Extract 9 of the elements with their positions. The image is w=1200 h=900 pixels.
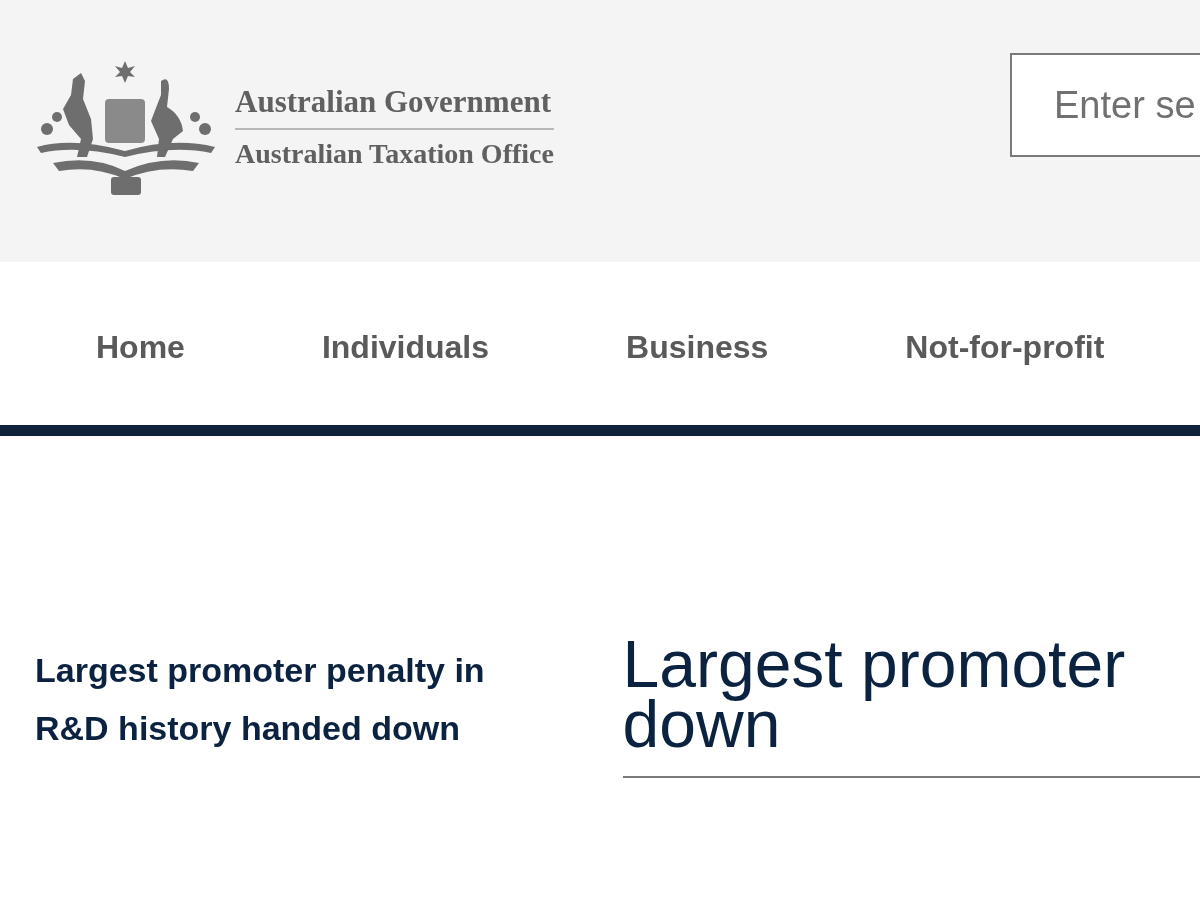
nav-link[interactable]: Home <box>96 321 185 366</box>
nav-link[interactable]: Business <box>626 321 769 366</box>
agency-name: Australian Government <box>235 82 554 130</box>
search-field[interactable]: Enter se <box>1010 53 1200 157</box>
agency-subname: Australian Taxation Office <box>235 137 554 171</box>
article-title: Largest promoter down <box>622 634 1200 778</box>
nav-link[interactable]: Not-for-profit <box>905 321 1105 366</box>
sidebar-heading: Largest promoter penalty in R&D history handed down <box>35 650 486 749</box>
nav-link[interactable]: Individuals <box>321 321 490 366</box>
